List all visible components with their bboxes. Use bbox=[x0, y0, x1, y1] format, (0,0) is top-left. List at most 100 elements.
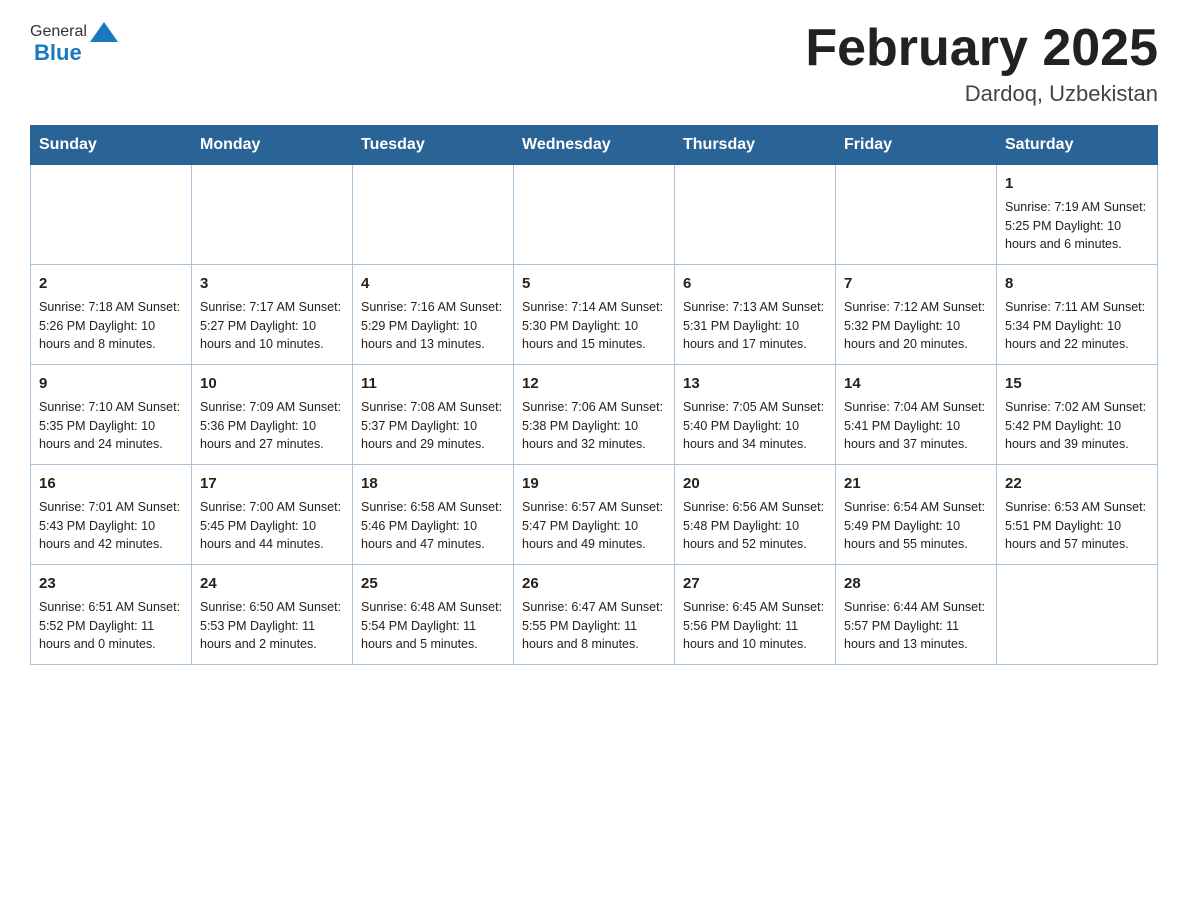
day-cell: 28 Sunrise: 6:44 AM Sunset: 5:57 PM Dayli… bbox=[836, 565, 997, 665]
day-cell: 14Sunrise: 7:04 AM Sunset: 5:41 PM Dayli… bbox=[836, 365, 997, 465]
day-info: Sunrise: 7:00 AM Sunset: 5:45 PM Dayligh… bbox=[200, 498, 344, 554]
day-cell: 26 Sunrise: 6:47 AM Sunset: 5:55 PM Dayli… bbox=[514, 565, 675, 665]
day-number: 24 bbox=[200, 573, 344, 595]
logo: General Blue bbox=[30, 20, 118, 64]
day-cell: 4 Sunrise: 7:16 AM Sunset: 5:29 PM Daylig… bbox=[353, 265, 514, 365]
day-number: 19 bbox=[522, 473, 666, 495]
day-cell: 24Sunrise: 6:50 AM Sunset: 5:53 PM Dayli… bbox=[192, 565, 353, 665]
day-info: Sunrise: 7:04 AM Sunset: 5:41 PM Dayligh… bbox=[844, 398, 988, 454]
day-number: 20 bbox=[683, 473, 827, 495]
day-info: Sunrise: 7:05 AM Sunset: 5:40 PM Dayligh… bbox=[683, 398, 827, 454]
day-info: Sunrise: 6:58 AM Sunset: 5:46 PM Dayligh… bbox=[361, 498, 505, 554]
day-cell: 18Sunrise: 6:58 AM Sunset: 5:46 PM Dayli… bbox=[353, 465, 514, 565]
day-info: Sunrise: 6:47 AM Sunset: 5:55 PM Dayligh… bbox=[522, 598, 666, 654]
header-friday: Friday bbox=[836, 126, 997, 165]
day-info: Sunrise: 7:18 AM Sunset: 5:26 PM Dayligh… bbox=[39, 298, 183, 354]
header-saturday: Saturday bbox=[997, 126, 1158, 165]
day-cell: 2 Sunrise: 7:18 AM Sunset: 5:26 PM Daylig… bbox=[31, 265, 192, 365]
week-row-1: 1 Sunrise: 7:19 AM Sunset: 5:25 PM Daylig… bbox=[31, 165, 1158, 265]
day-number: 27 bbox=[683, 573, 827, 595]
day-cell bbox=[997, 565, 1158, 665]
day-cell: 5 Sunrise: 7:14 AM Sunset: 5:30 PM Daylig… bbox=[514, 265, 675, 365]
header-sunday: Sunday bbox=[31, 126, 192, 165]
day-cell bbox=[514, 165, 675, 265]
header-monday: Monday bbox=[192, 126, 353, 165]
day-cell: 16 Sunrise: 7:01 AM Sunset: 5:43 PM Dayli… bbox=[31, 465, 192, 565]
day-info: Sunrise: 6:48 AM Sunset: 5:54 PM Dayligh… bbox=[361, 598, 505, 654]
day-cell: 19 Sunrise: 6:57 AM Sunset: 5:47 PM Dayli… bbox=[514, 465, 675, 565]
day-cell: 12 Sunrise: 7:06 AM Sunset: 5:38 PM Dayli… bbox=[514, 365, 675, 465]
day-number: 23 bbox=[39, 573, 183, 595]
day-number: 22 bbox=[1005, 473, 1149, 495]
day-cell: 13 Sunrise: 7:05 AM Sunset: 5:40 PM Dayli… bbox=[675, 365, 836, 465]
day-cell: 9 Sunrise: 7:10 AM Sunset: 5:35 PM Daylig… bbox=[31, 365, 192, 465]
day-info: Sunrise: 6:54 AM Sunset: 5:49 PM Dayligh… bbox=[844, 498, 988, 554]
day-cell: 7Sunrise: 7:12 AM Sunset: 5:32 PM Daylig… bbox=[836, 265, 997, 365]
day-info: Sunrise: 7:01 AM Sunset: 5:43 PM Dayligh… bbox=[39, 498, 183, 554]
location-text: Dardoq, Uzbekistan bbox=[805, 81, 1158, 107]
day-number: 15 bbox=[1005, 373, 1149, 395]
day-cell: 22 Sunrise: 6:53 AM Sunset: 5:51 PM Dayli… bbox=[997, 465, 1158, 565]
day-cell: 11Sunrise: 7:08 AM Sunset: 5:37 PM Dayli… bbox=[353, 365, 514, 465]
day-number: 16 bbox=[39, 473, 183, 495]
day-cell: 21 Sunrise: 6:54 AM Sunset: 5:49 PM Dayli… bbox=[836, 465, 997, 565]
page-header: General Blue February 2025 Dardoq, Uzbek… bbox=[30, 20, 1158, 107]
day-number: 2 bbox=[39, 273, 183, 295]
day-number: 17 bbox=[200, 473, 344, 495]
day-number: 13 bbox=[683, 373, 827, 395]
day-number: 8 bbox=[1005, 273, 1149, 295]
day-info: Sunrise: 7:14 AM Sunset: 5:30 PM Dayligh… bbox=[522, 298, 666, 354]
day-cell bbox=[675, 165, 836, 265]
week-row-4: 16 Sunrise: 7:01 AM Sunset: 5:43 PM Dayli… bbox=[31, 465, 1158, 565]
day-cell bbox=[31, 165, 192, 265]
logo-triangle-icon bbox=[90, 22, 118, 44]
day-cell: 27 Sunrise: 6:45 AM Sunset: 5:56 PM Dayli… bbox=[675, 565, 836, 665]
month-title: February 2025 bbox=[805, 20, 1158, 77]
day-info: Sunrise: 6:56 AM Sunset: 5:48 PM Dayligh… bbox=[683, 498, 827, 554]
day-cell bbox=[836, 165, 997, 265]
day-number: 10 bbox=[200, 373, 344, 395]
day-number: 7 bbox=[844, 273, 988, 295]
day-info: Sunrise: 7:19 AM Sunset: 5:25 PM Dayligh… bbox=[1005, 198, 1149, 254]
day-info: Sunrise: 7:16 AM Sunset: 5:29 PM Dayligh… bbox=[361, 298, 505, 354]
day-cell: 3 Sunrise: 7:17 AM Sunset: 5:27 PM Daylig… bbox=[192, 265, 353, 365]
header-thursday: Thursday bbox=[675, 126, 836, 165]
day-number: 25 bbox=[361, 573, 505, 595]
day-number: 11 bbox=[361, 373, 505, 395]
day-cell: 25 Sunrise: 6:48 AM Sunset: 5:54 PM Dayli… bbox=[353, 565, 514, 665]
day-number: 1 bbox=[1005, 173, 1149, 195]
day-number: 21 bbox=[844, 473, 988, 495]
day-number: 4 bbox=[361, 273, 505, 295]
day-info: Sunrise: 7:10 AM Sunset: 5:35 PM Dayligh… bbox=[39, 398, 183, 454]
day-number: 5 bbox=[522, 273, 666, 295]
title-block: February 2025 Dardoq, Uzbekistan bbox=[805, 20, 1158, 107]
week-row-3: 9 Sunrise: 7:10 AM Sunset: 5:35 PM Daylig… bbox=[31, 365, 1158, 465]
day-number: 3 bbox=[200, 273, 344, 295]
day-cell: 20 Sunrise: 6:56 AM Sunset: 5:48 PM Dayli… bbox=[675, 465, 836, 565]
day-info: Sunrise: 7:13 AM Sunset: 5:31 PM Dayligh… bbox=[683, 298, 827, 354]
header-wednesday: Wednesday bbox=[514, 126, 675, 165]
day-info: Sunrise: 6:57 AM Sunset: 5:47 PM Dayligh… bbox=[522, 498, 666, 554]
day-info: Sunrise: 6:51 AM Sunset: 5:52 PM Dayligh… bbox=[39, 598, 183, 654]
day-cell: 8Sunrise: 7:11 AM Sunset: 5:34 PM Daylig… bbox=[997, 265, 1158, 365]
day-number: 26 bbox=[522, 573, 666, 595]
day-cell: 6Sunrise: 7:13 AM Sunset: 5:31 PM Daylig… bbox=[675, 265, 836, 365]
day-info: Sunrise: 7:09 AM Sunset: 5:36 PM Dayligh… bbox=[200, 398, 344, 454]
logo-blue-text: Blue bbox=[34, 42, 82, 64]
day-cell bbox=[353, 165, 514, 265]
weekday-header-row: SundayMondayTuesdayWednesdayThursdayFrid… bbox=[31, 126, 1158, 165]
day-number: 9 bbox=[39, 373, 183, 395]
day-info: Sunrise: 6:53 AM Sunset: 5:51 PM Dayligh… bbox=[1005, 498, 1149, 554]
day-number: 28 bbox=[844, 573, 988, 595]
logo-general-text: General bbox=[30, 24, 87, 40]
day-info: Sunrise: 7:17 AM Sunset: 5:27 PM Dayligh… bbox=[200, 298, 344, 354]
day-number: 12 bbox=[522, 373, 666, 395]
day-cell: 10 Sunrise: 7:09 AM Sunset: 5:36 PM Dayli… bbox=[192, 365, 353, 465]
day-info: Sunrise: 7:02 AM Sunset: 5:42 PM Dayligh… bbox=[1005, 398, 1149, 454]
day-info: Sunrise: 6:44 AM Sunset: 5:57 PM Dayligh… bbox=[844, 598, 988, 654]
week-row-2: 2 Sunrise: 7:18 AM Sunset: 5:26 PM Daylig… bbox=[31, 265, 1158, 365]
day-cell: 1 Sunrise: 7:19 AM Sunset: 5:25 PM Daylig… bbox=[997, 165, 1158, 265]
day-cell: 17 Sunrise: 7:00 AM Sunset: 5:45 PM Dayli… bbox=[192, 465, 353, 565]
day-info: Sunrise: 7:06 AM Sunset: 5:38 PM Dayligh… bbox=[522, 398, 666, 454]
day-info: Sunrise: 6:45 AM Sunset: 5:56 PM Dayligh… bbox=[683, 598, 827, 654]
